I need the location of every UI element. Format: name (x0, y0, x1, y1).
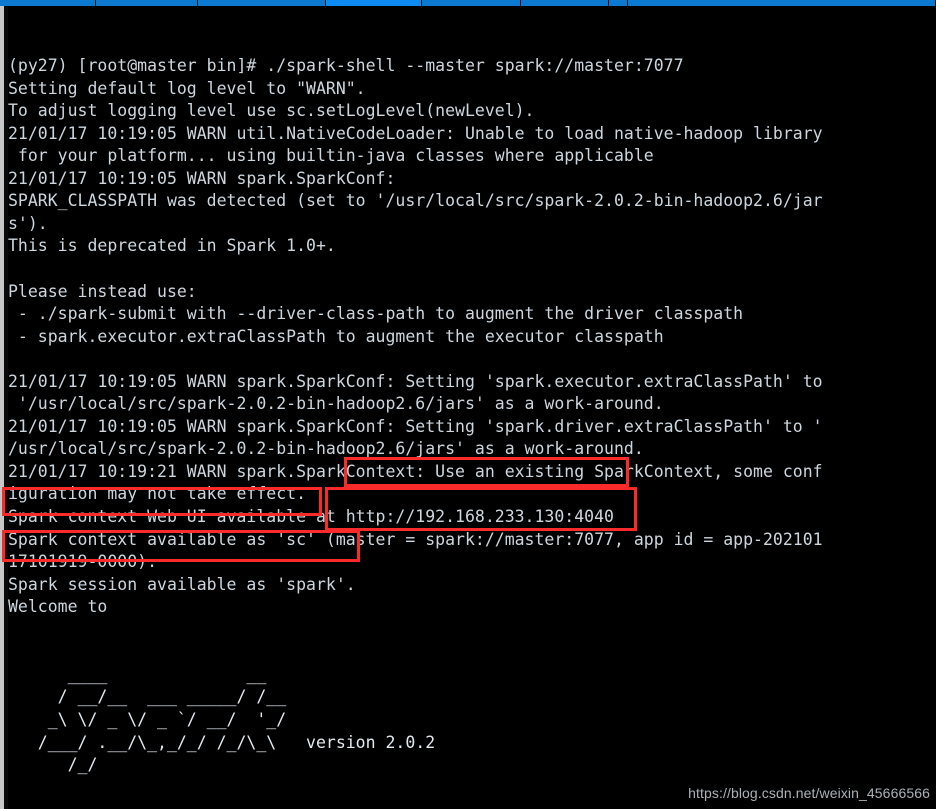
terminal-line: SPARK_CLASSPATH was detected (set to '/u… (8, 191, 823, 211)
terminal-line: 21/01/17 10:19:05 WARN spark.SparkConf: (8, 168, 396, 188)
terminal-line: ____ __ (8, 664, 267, 684)
terminal-line: Spark context Web UI available at http:/… (8, 507, 614, 527)
terminal-line: 21/01/17 10:19:21 WARN spark.SparkContex… (8, 461, 823, 481)
terminal-line: Please instead use: (8, 281, 197, 301)
terminal-line: s'). (8, 213, 48, 233)
terminal-line: - spark.executor.extraClassPath to augme… (8, 326, 664, 346)
terminal-line: / __/__ ___ _____/ /__ (8, 687, 287, 707)
terminal-line: for your platform... using builtin-java … (8, 146, 654, 166)
terminal-log-lines: (py27) [root@master bin]# ./spark-shell … (8, 55, 936, 619)
terminal-window: (py27) [root@master bin]# ./spark-shell … (0, 0, 936, 809)
terminal-line: This is deprecated in Spark 1.0+. (8, 236, 336, 256)
terminal-line: Spark session available as 'spark'. (8, 574, 356, 594)
terminal-line: To adjust logging level use sc.setLogLev… (8, 101, 535, 121)
terminal-line: /_/ (8, 755, 98, 775)
csdn-watermark: https://blog.csdn.net/weixin_45666566 (688, 785, 930, 801)
terminal-line: '/usr/local/src/spark-2.0.2-bin-hadoop2.… (8, 394, 664, 414)
terminal-line: - ./spark-submit with --driver-class-pat… (8, 304, 744, 324)
terminal-line: Setting default log level to "WARN". (8, 78, 366, 98)
terminal-line: (py27) [root@master bin]# ./spark-shell … (8, 56, 684, 76)
terminal-line: 17101919-0000). (8, 552, 158, 572)
terminal-line: Spark context available as 'sc' (master … (8, 529, 823, 549)
terminal-output[interactable]: (py27) [root@master bin]# ./spark-shell … (8, 6, 936, 809)
terminal-line: /___/ .__/\_,_/_/ /_/\_\ version 2.0.2 (8, 732, 436, 752)
terminal-line: 21/01/17 10:19:05 WARN spark.SparkConf: … (8, 416, 823, 436)
terminal-line: /usr/local/src/spark-2.0.2-bin-hadoop2.6… (8, 439, 644, 459)
terminal-line: Welcome to (8, 597, 108, 617)
terminal-line: 21/01/17 10:19:05 WARN util.NativeCodeLo… (8, 123, 823, 143)
terminal-line: iguration may not take effect. (8, 484, 307, 504)
terminal-line: _\ \/ _ \/ _ `/ __/ '_/ (8, 709, 287, 729)
spark-ascii-banner: ____ __ / __/__ ___ _____/ /__ _\ \/ _ \… (8, 664, 936, 799)
terminal-line: 21/01/17 10:19:05 WARN spark.SparkConf: … (8, 371, 823, 391)
